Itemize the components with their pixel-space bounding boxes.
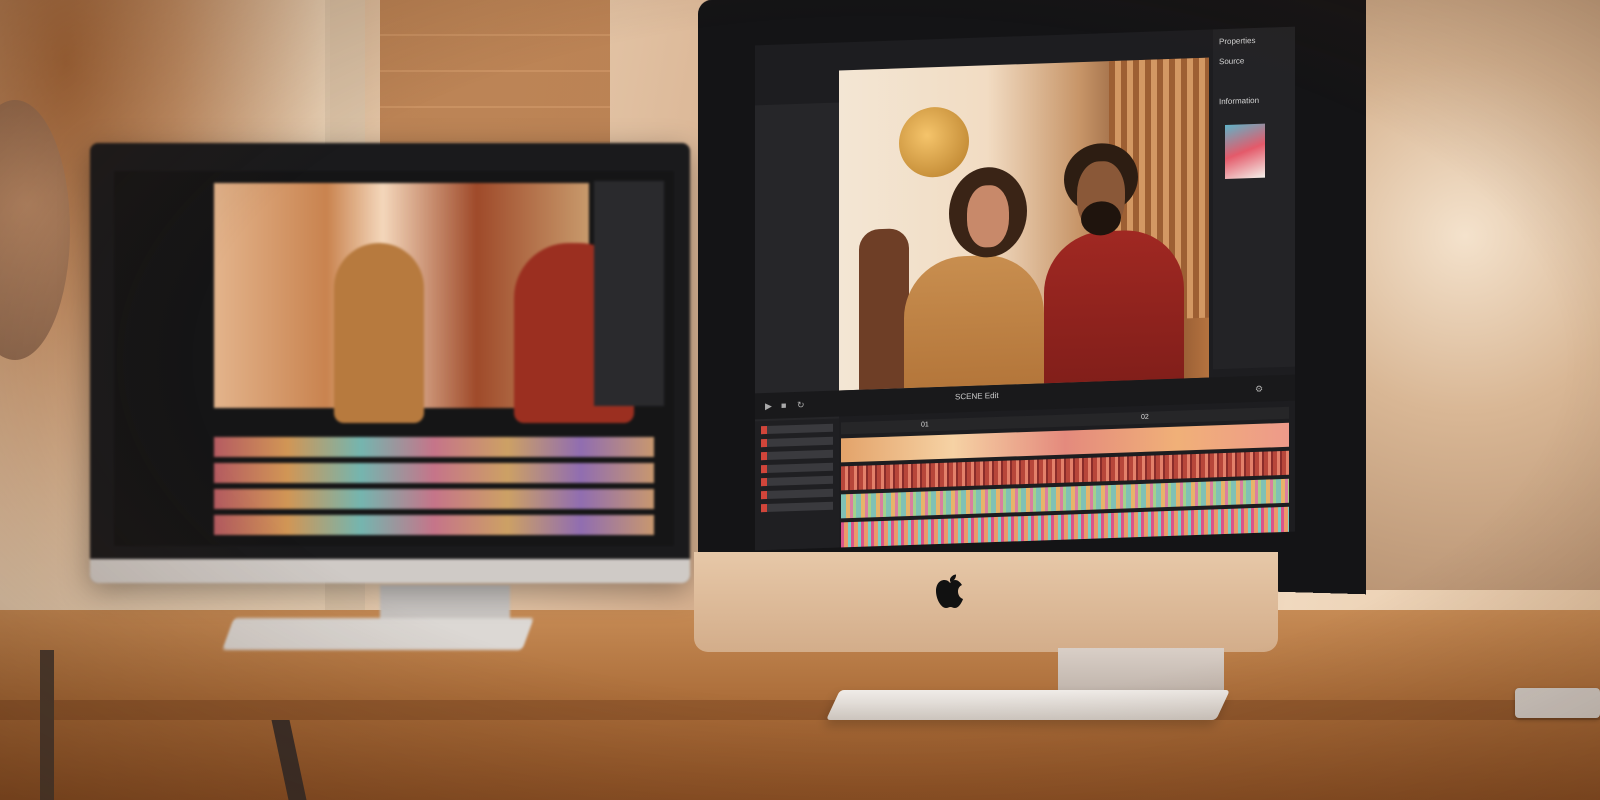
video-viewer[interactable]: [839, 57, 1209, 391]
left-monitor: [90, 143, 690, 583]
track-header[interactable]: [761, 449, 833, 461]
timeline-track: [214, 437, 654, 457]
desk-leg: [40, 650, 54, 800]
background-person: [859, 228, 909, 391]
timeline-title: SCENE Edit: [955, 390, 999, 402]
woman-jacket: [904, 253, 1044, 391]
left-timeline: [214, 431, 654, 541]
timeline-track: [214, 515, 654, 535]
track-header[interactable]: [761, 423, 833, 435]
external-drive: [1515, 688, 1600, 718]
left-video-preview: [214, 183, 634, 423]
inspector-header: Properties: [1219, 35, 1256, 47]
left-monitor-base: [222, 618, 534, 650]
track-header[interactable]: [761, 488, 833, 500]
ruler-mark: 01: [921, 421, 929, 429]
woman-face: [967, 184, 1009, 249]
track-header[interactable]: [761, 475, 833, 487]
inspector-row[interactable]: [1219, 75, 1289, 89]
left-monitor-screen: [114, 171, 674, 546]
imac-chin: [694, 552, 1278, 652]
settings-icon[interactable]: ⚙: [1255, 384, 1265, 394]
track-header[interactable]: [761, 436, 833, 448]
track-list: [755, 418, 839, 551]
stop-icon[interactable]: ■: [781, 400, 791, 410]
color-thumbnail[interactable]: [1225, 123, 1265, 180]
timeline[interactable]: 01 02: [841, 406, 1289, 551]
desk-edge: [0, 700, 1600, 720]
loop-icon[interactable]: ↻: [797, 400, 807, 410]
media-browser-panel: [755, 102, 839, 436]
cymbal: [899, 105, 969, 179]
timeline-track: [214, 489, 654, 509]
person-figure: [334, 243, 424, 423]
track-header[interactable]: [761, 501, 833, 513]
imac-stand-base: [826, 690, 1230, 720]
imac-stand-neck: [1058, 648, 1224, 694]
play-icon[interactable]: ▶: [765, 401, 775, 411]
video-editor-app: Properties Source Information ▶ ■ ↻ SCEN…: [755, 26, 1295, 551]
track-header[interactable]: [761, 462, 833, 474]
ruler-mark: 02: [1141, 413, 1149, 421]
left-monitor-chin: [90, 559, 690, 583]
inspector-row[interactable]: Information: [1219, 95, 1289, 109]
inspector-row[interactable]: Source: [1219, 55, 1289, 69]
apple-logo-icon: [936, 574, 963, 608]
left-side-panel: [594, 181, 664, 406]
man-sweater: [1044, 228, 1184, 391]
timeline-track: [214, 463, 654, 483]
inspector-panel: Properties Source Information: [1213, 26, 1295, 370]
